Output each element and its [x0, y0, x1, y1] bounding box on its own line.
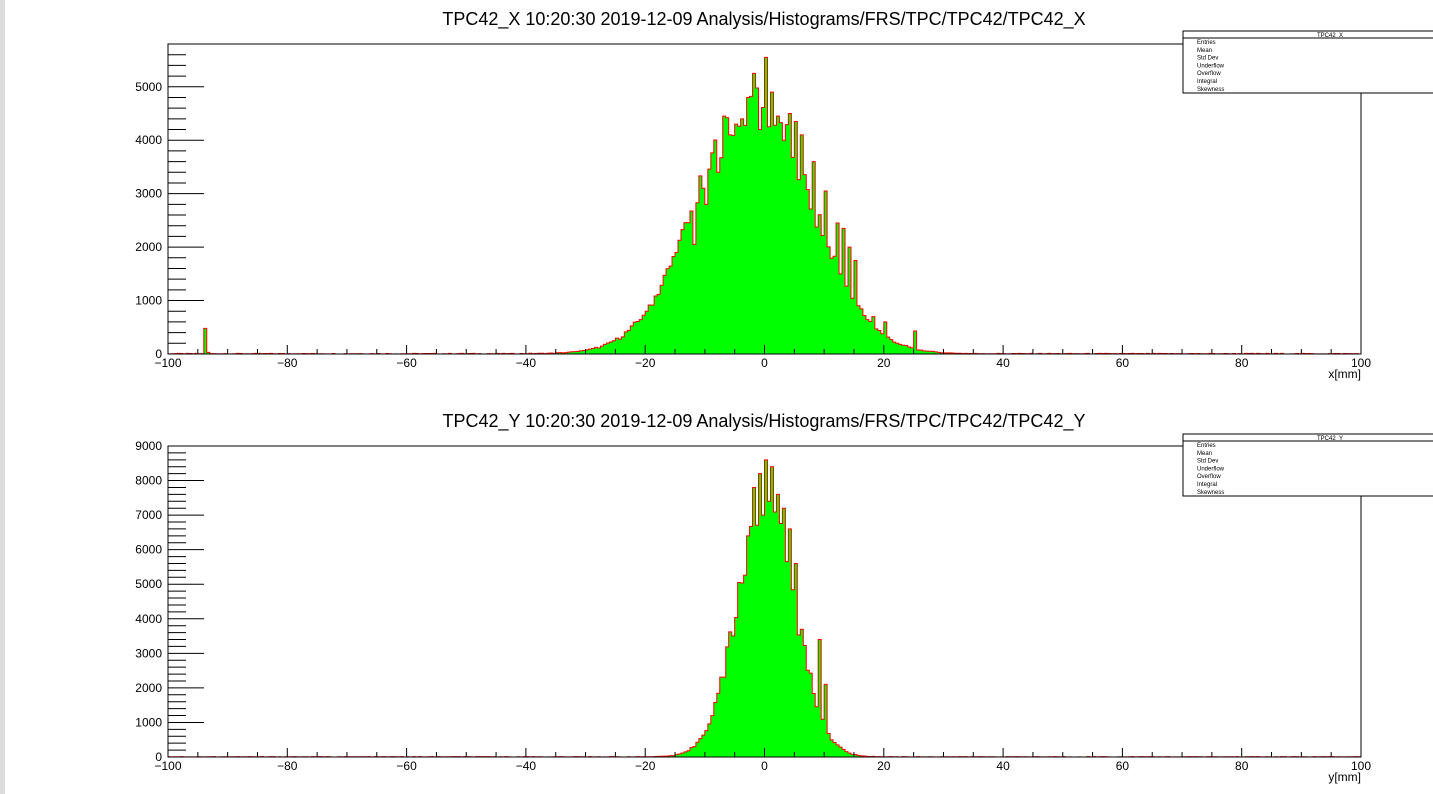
y-tick-label: 1000 — [135, 715, 162, 729]
x-tick-label: 20 — [877, 356, 891, 370]
x-tick-label: −60 — [396, 356, 417, 370]
y-tick-label: 4000 — [135, 133, 162, 147]
x-tick-label: 80 — [1235, 759, 1249, 773]
histogram-y-panel: TPC42_Y 10:20:30 2019-12-09 Analysis/His… — [135, 411, 1433, 784]
x-tick-label: 60 — [1116, 356, 1130, 370]
x-tick-label: 60 — [1116, 759, 1130, 773]
stats-label: Entries — [1197, 40, 1216, 46]
stats-box: TPC42_YEntriesMeanStd DevUnderflowOverfl… — [1182, 433, 1433, 497]
histogram-bars — [167, 56, 1362, 355]
stats-label: Entries — [1197, 443, 1216, 449]
x-tick-label: −20 — [635, 759, 656, 773]
x-tick-label: −60 — [396, 759, 417, 773]
y-tick-label: 2000 — [135, 240, 162, 254]
y-tick-label: 8000 — [135, 474, 162, 488]
y-tick-label: 3000 — [135, 646, 162, 660]
x-tick-label: −40 — [516, 356, 537, 370]
stats-label: Std Dev — [1197, 56, 1218, 62]
x-tick-label: 0 — [761, 356, 768, 370]
x-axis-label: x[mm] — [1328, 367, 1361, 381]
y-tick-label: 5000 — [135, 80, 162, 94]
stats-label: Mean — [1197, 48, 1212, 54]
histogram-bars — [167, 459, 1362, 758]
stats-label: Skewness — [1197, 87, 1224, 93]
stats-label: Integral — [1197, 482, 1217, 488]
x-tick-label: −80 — [277, 356, 298, 370]
stats-label: Underflow — [1197, 466, 1225, 472]
stats-label: Overflow — [1197, 474, 1221, 480]
chart-title: TPC42_Y 10:20:30 2019-12-09 Analysis/His… — [443, 411, 1086, 432]
stats-label: Underflow — [1197, 63, 1225, 69]
stats-box: TPC42_XEntriesMeanStd DevUnderflowOverfl… — [1182, 30, 1433, 94]
y-tick-label: 1000 — [135, 294, 162, 308]
stats-label: Skewness — [1197, 490, 1224, 496]
y-tick-label: 4000 — [135, 612, 162, 626]
x-tick-label: 20 — [877, 759, 891, 773]
x-tick-label: 40 — [996, 356, 1010, 370]
x-tick-label: 80 — [1235, 356, 1249, 370]
x-tick-label: 0 — [761, 759, 768, 773]
x-tick-label: 40 — [996, 759, 1010, 773]
y-tick-label: 6000 — [135, 543, 162, 557]
histogram-canvas: TPC42_X 10:20:30 2019-12-09 Analysis/His… — [135, 9, 1433, 784]
stats-label: Std Dev — [1197, 459, 1218, 465]
y-tick-label: 9000 — [135, 439, 162, 453]
y-tick-label: 5000 — [135, 577, 162, 591]
chart-title: TPC42_X 10:20:30 2019-12-09 Analysis/His… — [442, 9, 1085, 30]
x-tick-label: −20 — [635, 356, 656, 370]
y-tick-label: 0 — [155, 347, 162, 361]
y-tick-label: 0 — [155, 750, 162, 764]
x-tick-label: −40 — [516, 759, 537, 773]
y-tick-label: 3000 — [135, 187, 162, 201]
stats-label: Integral — [1197, 79, 1217, 85]
stats-label: Overflow — [1197, 71, 1221, 77]
histogram-x-panel: TPC42_X 10:20:30 2019-12-09 Analysis/His… — [135, 9, 1433, 381]
y-tick-label: 2000 — [135, 681, 162, 695]
x-tick-label: −80 — [277, 759, 298, 773]
y-tick-label: 7000 — [135, 508, 162, 522]
x-axis-label: y[mm] — [1328, 770, 1361, 784]
stats-label: Mean — [1197, 451, 1212, 457]
